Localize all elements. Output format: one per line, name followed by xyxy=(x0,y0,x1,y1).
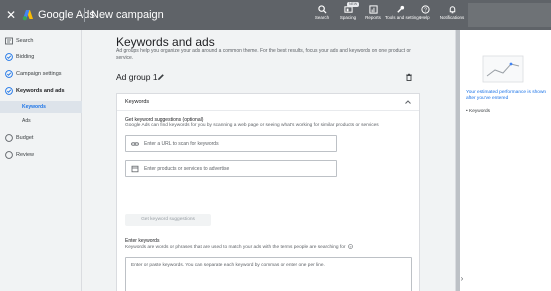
keywords-textarea[interactable] xyxy=(125,257,412,291)
help-icon[interactable]: ? xyxy=(348,244,353,249)
page-heading: Keywords and ads xyxy=(116,35,215,49)
scrollbar[interactable] xyxy=(456,30,460,291)
keywords-card: Keywords Get keyword suggestions (option… xyxy=(116,93,420,291)
notifications-label: Notifications xyxy=(439,15,465,20)
performance-estimate-text: Your estimated performance is shown afte… xyxy=(466,90,547,101)
chevron-right-icon[interactable]: › xyxy=(458,274,466,284)
nav-subitem-keywords[interactable]: Keywords xyxy=(0,101,82,113)
performance-requirement-item: • Keywords xyxy=(466,109,491,114)
help-icon: ? xyxy=(420,5,430,14)
brand-name: Google Ads xyxy=(38,9,95,21)
nav-item-bidding[interactable]: Bidding xyxy=(0,50,82,64)
nav-item-review[interactable]: Review xyxy=(0,148,82,162)
nav-label: Budget xyxy=(16,135,34,141)
page-description: Ad groups help you organize your ads aro… xyxy=(116,48,411,61)
nav-label: Bidding xyxy=(16,54,35,60)
performance-panel: Your estimated performance is shown afte… xyxy=(455,30,551,291)
help-label: Help xyxy=(420,15,430,20)
products-field[interactable] xyxy=(125,160,337,177)
card-title: Keywords xyxy=(125,99,150,105)
nav-item-budget[interactable]: Budget xyxy=(0,131,82,145)
google-ads-logo-icon xyxy=(22,10,33,21)
suggestions-description: Google Ads can find keywords for you by … xyxy=(125,123,379,128)
check-circle-icon xyxy=(5,53,13,61)
account-switcher[interactable] xyxy=(468,3,551,27)
svg-text:?: ? xyxy=(424,8,427,14)
get-keyword-suggestions-button[interactable]: Get keyword suggestions xyxy=(125,214,211,226)
notifications-button[interactable]: Notifications xyxy=(437,5,467,20)
nav-label: Keywords and ads xyxy=(16,88,65,94)
products-input[interactable] xyxy=(144,163,332,175)
nav-subitem-ads[interactable]: Ads xyxy=(0,115,82,127)
close-icon[interactable]: ✕ xyxy=(5,8,17,22)
url-input[interactable] xyxy=(144,138,332,150)
check-circle-icon xyxy=(5,87,13,95)
campaign-steps-nav: Search Bidding Campaign settings Keyword… xyxy=(0,30,82,291)
pencil-icon[interactable] xyxy=(157,73,165,81)
nav-sublabel: Keywords xyxy=(22,104,46,110)
svg-text:?: ? xyxy=(349,245,351,249)
reports-button[interactable]: Reports xyxy=(358,5,388,20)
wrench-icon xyxy=(396,5,404,13)
chevron-up-icon[interactable] xyxy=(404,98,412,106)
nav-item-keywords-and-ads[interactable]: Keywords and ads xyxy=(0,84,82,98)
bell-icon xyxy=(449,6,455,14)
search-icon xyxy=(317,5,327,14)
requirement-label: Keywords xyxy=(469,109,491,114)
top-app-bar: ✕ Google Ads New campaign Search NEW Spa… xyxy=(0,0,551,30)
nav-label: Review xyxy=(16,152,35,158)
performance-chart-illustration xyxy=(482,55,524,83)
enter-keywords-description-text: Keywords are words or phrases that are u… xyxy=(125,245,346,250)
help-button[interactable]: ? Help xyxy=(410,5,440,20)
url-field[interactable] xyxy=(125,135,337,152)
nav-label: Search xyxy=(16,38,34,44)
circle-icon xyxy=(5,134,13,142)
product-icon xyxy=(131,165,139,173)
ad-group-name: Ad group 1 xyxy=(116,72,158,82)
search-campaign-icon xyxy=(5,37,13,45)
reports-icon xyxy=(368,5,378,14)
nav-item-search[interactable]: Search xyxy=(0,34,82,48)
nav-label: Campaign settings xyxy=(16,71,62,77)
main-content: Keywords and ads Ad groups help you orga… xyxy=(83,30,453,291)
check-circle-icon xyxy=(5,70,13,78)
circle-icon xyxy=(5,151,13,159)
nav-sublabel: Ads xyxy=(22,118,31,124)
nav-item-campaign-settings[interactable]: Campaign settings xyxy=(0,67,82,81)
enter-keywords-description: Keywords are words or phrases that are u… xyxy=(125,244,353,251)
title-divider xyxy=(84,8,85,22)
delete-icon[interactable] xyxy=(405,73,413,81)
link-icon xyxy=(131,142,139,146)
page-title: New campaign xyxy=(91,9,164,21)
reports-label: Reports xyxy=(365,15,381,20)
keywords-card-header[interactable]: Keywords xyxy=(117,94,419,111)
